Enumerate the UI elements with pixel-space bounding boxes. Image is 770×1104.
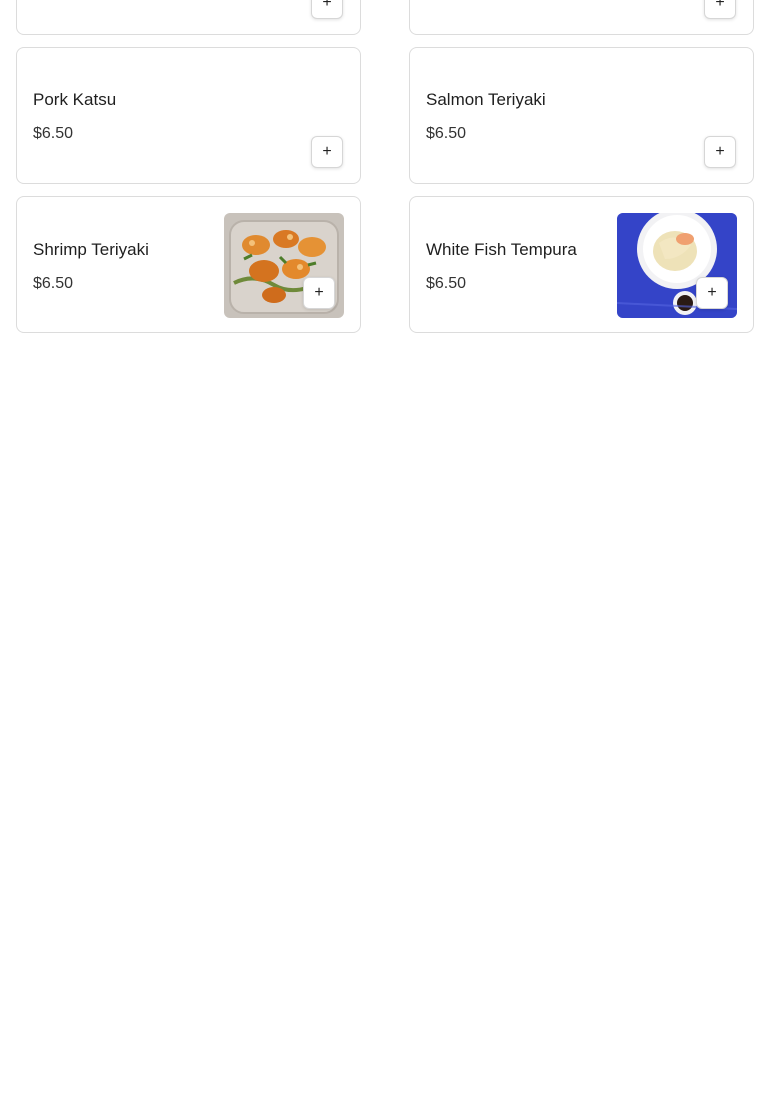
plus-icon: +: [314, 284, 324, 301]
add-to-cart-button[interactable]: +: [303, 277, 335, 309]
menu-item-price: $6.50: [426, 125, 467, 142]
menu-item-name: White Fish Tempura: [426, 240, 577, 259]
menu-item-card[interactable]: Shrimp Teriyaki $6.50 +: [16, 196, 361, 333]
plus-icon: +: [322, 0, 332, 11]
menu-item-card[interactable]: +: [409, 0, 754, 35]
menu-item-card[interactable]: +: [16, 0, 361, 35]
menu-item-name: Shrimp Teriyaki: [33, 240, 149, 259]
add-to-cart-button[interactable]: +: [311, 136, 343, 168]
plus-icon: +: [715, 0, 725, 11]
add-to-cart-button[interactable]: +: [311, 0, 343, 19]
plus-icon: +: [715, 143, 725, 160]
menu-page: + + Pork Katsu $6.50 + Salmon Teriyaki $…: [0, 0, 770, 1104]
menu-item-name: Salmon Teriyaki: [426, 90, 546, 109]
menu-item-card[interactable]: Pork Katsu $6.50 +: [16, 47, 361, 184]
menu-item-price: $6.50: [33, 125, 74, 142]
add-to-cart-button[interactable]: +: [696, 277, 728, 309]
menu-item-price: $6.50: [33, 275, 74, 292]
plus-icon: +: [322, 143, 332, 160]
menu-item-card[interactable]: Salmon Teriyaki $6.50 +: [409, 47, 754, 184]
menu-item-price: $6.50: [426, 275, 467, 292]
menu-item-card[interactable]: White Fish Tempura $6.50 +: [409, 196, 754, 333]
add-to-cart-button[interactable]: +: [704, 0, 736, 19]
add-to-cart-button[interactable]: +: [704, 136, 736, 168]
plus-icon: +: [707, 284, 717, 301]
menu-item-name: Pork Katsu: [33, 90, 117, 109]
